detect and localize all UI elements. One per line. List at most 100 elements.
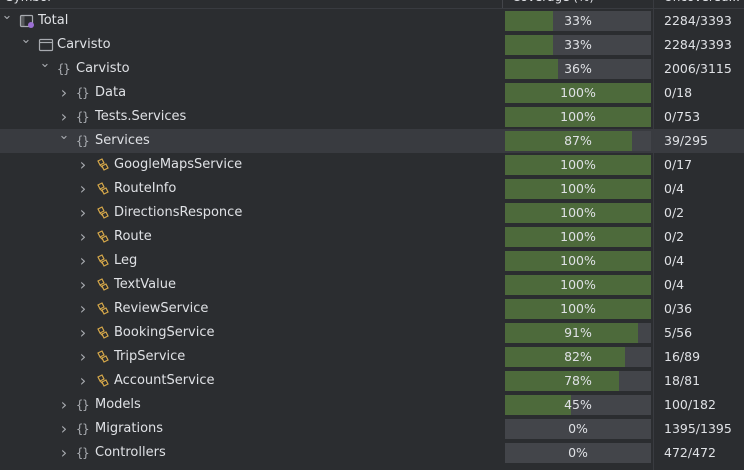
coverage-bar: 33% bbox=[505, 11, 651, 31]
uncovered-lines: 16/89 bbox=[664, 349, 701, 364]
class-icon bbox=[95, 321, 111, 345]
tree-cell: ⌄ Carvisto bbox=[0, 33, 503, 57]
coverage-bar: 87% bbox=[505, 131, 651, 151]
chevron-right-icon[interactable]: › bbox=[76, 153, 90, 177]
coverage-percent: 100% bbox=[560, 109, 596, 124]
tree-row-label: TripService bbox=[114, 349, 186, 364]
chevron-right-icon[interactable]: › bbox=[57, 105, 71, 129]
tree-cell: › {} Tests.Services bbox=[0, 105, 503, 129]
class-icon bbox=[95, 201, 111, 225]
coverage-percent: 87% bbox=[564, 133, 592, 148]
tree-row[interactable]: ⌄ {} Carvisto 36% 2006/3115 bbox=[0, 57, 744, 81]
chevron-right-icon[interactable]: › bbox=[76, 273, 90, 297]
uncovered-lines: 0/4 bbox=[664, 181, 685, 196]
chevron-down-icon[interactable]: ⌄ bbox=[57, 129, 71, 153]
tree-row[interactable]: › AccountService 78% 18/81 bbox=[0, 369, 744, 393]
coverage-column-header[interactable]: Coverage (%) bbox=[512, 0, 594, 8]
module-icon bbox=[38, 33, 54, 57]
tree-row[interactable]: › {} Migrations 0% 1395/1395 bbox=[0, 417, 744, 441]
tree-cell: › TripService bbox=[0, 345, 503, 369]
coverage-percent: 82% bbox=[564, 349, 592, 364]
uncovered-lines: 2006/3115 bbox=[664, 61, 732, 76]
tree-row-label: Carvisto bbox=[76, 61, 130, 76]
chevron-right-icon[interactable]: › bbox=[57, 417, 71, 441]
coverage-percent: 91% bbox=[564, 325, 592, 340]
tree-cell: › GoogleMapsService bbox=[0, 153, 503, 177]
chevron-right-icon[interactable]: › bbox=[76, 225, 90, 249]
class-icon bbox=[95, 345, 111, 369]
tree-cell: › TextValue bbox=[0, 273, 503, 297]
tree-cell: › BookingService bbox=[0, 321, 503, 345]
coverage-percent: 36% bbox=[564, 61, 592, 76]
tree-row[interactable]: › {} Models 45% 100/182 bbox=[0, 393, 744, 417]
tree-row-label: GoogleMapsService bbox=[114, 157, 243, 172]
namespace-icon: {} bbox=[57, 62, 70, 76]
chevron-right-icon[interactable]: › bbox=[57, 81, 71, 105]
tree-row-label: Migrations bbox=[95, 421, 164, 436]
chevron-down-icon[interactable]: ⌄ bbox=[0, 9, 14, 33]
chevron-down-icon[interactable]: ⌄ bbox=[19, 33, 33, 57]
chevron-right-icon[interactable]: › bbox=[57, 393, 71, 417]
coverage-bar: 100% bbox=[505, 83, 651, 103]
tree-cell: › AccountService bbox=[0, 369, 503, 393]
chevron-right-icon[interactable]: › bbox=[76, 297, 90, 321]
coverage-bar: 91% bbox=[505, 323, 651, 343]
tree-row-label: Total bbox=[38, 13, 69, 28]
class-icon bbox=[95, 273, 111, 297]
tree-row[interactable]: › Route 100% 0/2 bbox=[0, 225, 744, 249]
chevron-right-icon[interactable]: › bbox=[76, 249, 90, 273]
tree-row[interactable]: › ReviewService 100% 0/36 bbox=[0, 297, 744, 321]
symbol-column-header[interactable]: Symbol bbox=[6, 0, 51, 8]
coverage-bar: 100% bbox=[505, 107, 651, 127]
namespace-icon: {} bbox=[76, 446, 89, 460]
tree-cell: › Route bbox=[0, 225, 503, 249]
tree-row[interactable]: › RouteInfo 100% 0/4 bbox=[0, 177, 744, 201]
coverage-bar: 82% bbox=[505, 347, 651, 367]
tree-row-label: DirectionsResponce bbox=[114, 205, 243, 220]
tree-row[interactable]: › GoogleMapsService 100% 0/17 bbox=[0, 153, 744, 177]
coverage-percent: 100% bbox=[560, 253, 596, 268]
tree-row[interactable]: › {} Data 100% 0/18 bbox=[0, 81, 744, 105]
chevron-right-icon[interactable]: › bbox=[76, 369, 90, 393]
coverage-percent: 100% bbox=[560, 157, 596, 172]
tree-cell: › {} Models bbox=[0, 393, 503, 417]
uncovered-lines: 0/753 bbox=[664, 109, 701, 124]
coverage-tree: ⌄ Total 33% 2284/3393 ⌄ Carvisto 33% 2284/3393 ⌄… bbox=[0, 9, 744, 465]
tree-cell: ⌄ {} Carvisto bbox=[0, 57, 503, 81]
class-icon bbox=[95, 225, 111, 249]
tree-row[interactable]: › TextValue 100% 0/4 bbox=[0, 273, 744, 297]
namespace-icon: {} bbox=[76, 110, 89, 124]
tree-row-label: AccountService bbox=[114, 373, 215, 388]
tree-row[interactable]: › DirectionsResponce 100% 0/2 bbox=[0, 201, 744, 225]
tree-row[interactable]: › Leg 100% 0/4 bbox=[0, 249, 744, 273]
tree-cell: › Leg bbox=[0, 249, 503, 273]
tree-row[interactable]: › TripService 82% 16/89 bbox=[0, 345, 744, 369]
column-header: Symbol Coverage (%) Uncovered... bbox=[0, 0, 744, 9]
tree-row-label: RouteInfo bbox=[114, 181, 177, 196]
chevron-down-icon[interactable]: ⌄ bbox=[38, 57, 52, 81]
tree-row[interactable]: ⌄ {} Services 87% 39/295 bbox=[0, 129, 744, 153]
tree-row[interactable]: › BookingService 91% 5/56 bbox=[0, 321, 744, 345]
uncovered-lines: 2284/3393 bbox=[664, 37, 732, 52]
tree-cell: › {} Controllers bbox=[0, 441, 503, 465]
total-coverage-icon bbox=[19, 9, 34, 33]
chevron-right-icon[interactable]: › bbox=[76, 345, 90, 369]
tree-row-label: Tests.Services bbox=[95, 109, 187, 124]
coverage-percent: 100% bbox=[560, 85, 596, 100]
chevron-right-icon[interactable]: › bbox=[76, 177, 90, 201]
tree-row[interactable]: ⌄ Total 33% 2284/3393 bbox=[0, 9, 744, 33]
class-icon bbox=[95, 369, 111, 393]
chevron-right-icon[interactable]: › bbox=[57, 441, 71, 465]
column-divider[interactable] bbox=[502, 0, 503, 8]
lines-column-header[interactable]: Uncovered... bbox=[664, 0, 744, 8]
tree-cell: › RouteInfo bbox=[0, 177, 503, 201]
coverage-bar: 33% bbox=[505, 35, 651, 55]
chevron-right-icon[interactable]: › bbox=[76, 201, 90, 225]
tree-row[interactable]: › {} Controllers 0% 472/472 bbox=[0, 441, 744, 465]
tree-row[interactable]: ⌄ Carvisto 33% 2284/3393 bbox=[0, 33, 744, 57]
uncovered-lines: 0/4 bbox=[664, 253, 685, 268]
tree-row[interactable]: › {} Tests.Services 100% 0/753 bbox=[0, 105, 744, 129]
tree-row-label: Controllers bbox=[95, 445, 166, 460]
tree-row-label: Models bbox=[95, 397, 141, 412]
chevron-right-icon[interactable]: › bbox=[76, 321, 90, 345]
